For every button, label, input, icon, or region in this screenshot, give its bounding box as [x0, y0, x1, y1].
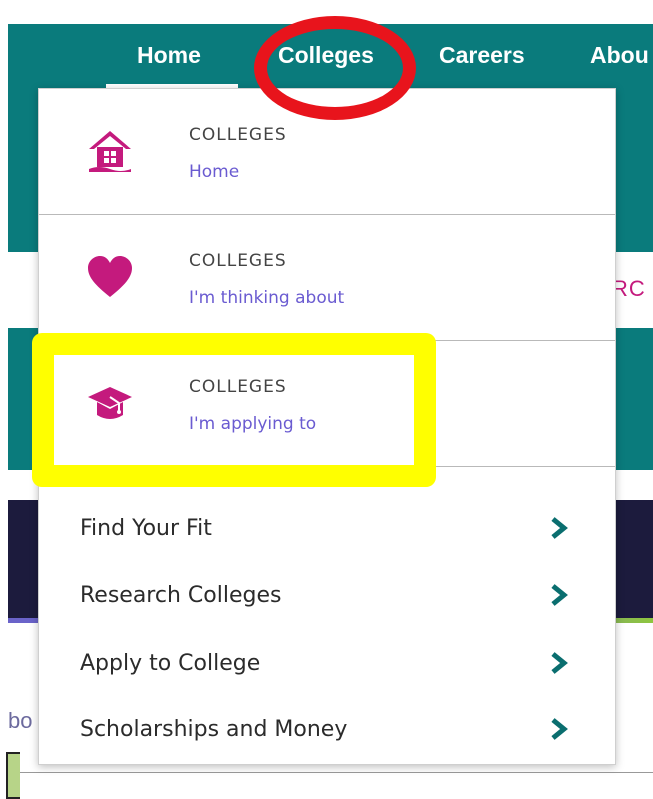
menu-item-apply-to-college[interactable]: Apply to College	[39, 629, 615, 695]
section-link-thinking-about[interactable]: I'm thinking about	[189, 288, 344, 308]
chevron-right-icon	[551, 652, 568, 674]
section-heading: COLLEGES	[189, 251, 287, 271]
menu-item-label: Apply to College	[80, 651, 261, 676]
menu-item-label: Find Your Fit	[80, 516, 212, 541]
house-icon	[89, 131, 131, 172]
section-heading: COLLEGES	[189, 125, 287, 145]
chevron-right-icon	[551, 517, 568, 539]
nav-home[interactable]: Home	[137, 42, 201, 69]
menu-item-scholarships-and-money[interactable]: Scholarships and Money	[39, 695, 615, 761]
menu-item-research-colleges[interactable]: Research Colleges	[39, 561, 615, 627]
annotation-yellow-highlight	[32, 333, 436, 487]
dropdown-section-thinking-about[interactable]: COLLEGES I'm thinking about	[39, 215, 615, 341]
chevron-right-icon	[551, 584, 568, 606]
background-green-box	[6, 752, 20, 799]
chevron-right-icon	[551, 718, 568, 740]
background-partial-text: bo	[8, 708, 33, 733]
background-partial-text: RC	[612, 276, 646, 301]
annotation-red-circle	[254, 16, 416, 120]
heart-icon	[88, 256, 132, 297]
section-link-home[interactable]: Home	[189, 162, 239, 182]
divider	[20, 772, 653, 773]
menu-item-label: Scholarships and Money	[80, 717, 348, 742]
menu-item-find-your-fit[interactable]: Find Your Fit	[39, 494, 615, 560]
menu-item-label: Research Colleges	[80, 583, 282, 608]
nav-about[interactable]: Abou	[590, 42, 649, 69]
nav-careers[interactable]: Careers	[439, 42, 525, 69]
